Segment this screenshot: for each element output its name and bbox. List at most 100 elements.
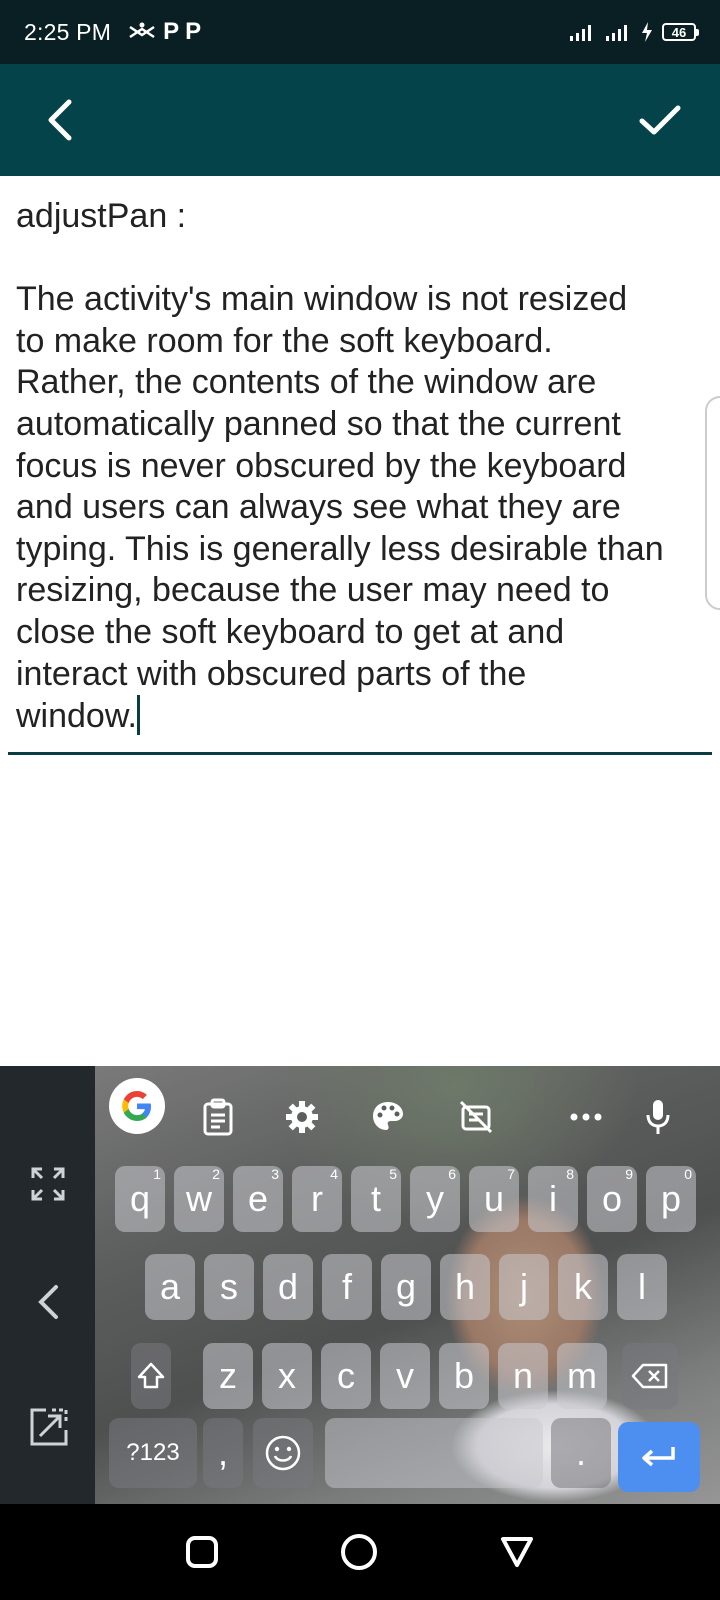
key-number-hint: 5: [389, 1166, 397, 1182]
home-circle-icon[interactable]: [339, 1532, 379, 1572]
recents-square-icon[interactable]: [185, 1535, 219, 1569]
incognito-off-button[interactable]: [445, 1086, 507, 1148]
key-label: w: [186, 1178, 212, 1219]
expand-icon[interactable]: [30, 1166, 66, 1202]
key-d[interactable]: d: [263, 1254, 313, 1320]
comma-key[interactable]: ,: [203, 1418, 243, 1488]
notif-p-icon: P: [163, 18, 180, 45]
voice-input-button[interactable]: [627, 1086, 689, 1148]
key-number-hint: 9: [625, 1166, 633, 1182]
emoji-icon: [265, 1435, 301, 1471]
key-number-hint: 0: [684, 1166, 692, 1182]
keyboard-keys-area: ?123 , . q1w2e3r4t5y6u7i8o9p0asdfghjklzx…: [95, 1066, 720, 1504]
key-h[interactable]: h: [440, 1254, 490, 1320]
key-o[interactable]: o9: [587, 1166, 637, 1232]
symbols-key[interactable]: ?123: [109, 1418, 197, 1488]
key-s[interactable]: s: [204, 1254, 254, 1320]
key-number-hint: 1: [153, 1166, 161, 1182]
undock-icon[interactable]: [28, 1406, 70, 1448]
key-c[interactable]: c: [321, 1343, 371, 1409]
key-p[interactable]: p0: [646, 1166, 696, 1232]
shift-arrow-icon: [137, 1362, 165, 1389]
key-f[interactable]: f: [322, 1254, 372, 1320]
text-line: window.: [16, 695, 706, 738]
more-horizontal-icon: [570, 1113, 602, 1121]
text-line: Rather, the contents of the window are: [16, 363, 597, 402]
google-search-button[interactable]: [109, 1078, 165, 1134]
key-label: b: [453, 1355, 475, 1396]
key-label: z: [219, 1355, 237, 1396]
confirm-button[interactable]: [630, 90, 690, 150]
signal-icon: [570, 25, 591, 41]
key-number-hint: 2: [212, 1166, 220, 1182]
keyboard-side-panel: [0, 1066, 95, 1504]
more-button[interactable]: [555, 1086, 617, 1148]
key-j[interactable]: j: [499, 1254, 549, 1320]
google-logo-icon: [122, 1091, 151, 1121]
back-button[interactable]: [30, 90, 90, 150]
settings-button[interactable]: [271, 1086, 333, 1148]
key-label: t: [370, 1178, 381, 1219]
enter-icon: [642, 1447, 675, 1467]
key-z[interactable]: z: [203, 1343, 253, 1409]
enter-key[interactable]: [618, 1422, 700, 1492]
back-triangle-icon[interactable]: [499, 1535, 535, 1569]
key-number-hint: 8: [566, 1166, 574, 1182]
key-y[interactable]: y6: [410, 1166, 460, 1232]
text-line: focus is never obscured by the keyboard: [16, 446, 627, 485]
key-label: p: [660, 1178, 682, 1219]
key-t[interactable]: t5: [351, 1166, 401, 1232]
text-line: and users can always see what they are: [16, 488, 621, 527]
text-line: adjustPan :: [16, 197, 187, 235]
space-key[interactable]: [325, 1418, 543, 1488]
key-label: m: [567, 1355, 597, 1396]
backspace-icon: [631, 1363, 668, 1389]
emoji-key[interactable]: [253, 1418, 313, 1488]
check-icon: [639, 105, 681, 135]
key-w[interactable]: w2: [174, 1166, 224, 1232]
key-l[interactable]: l: [617, 1254, 667, 1320]
key-n[interactable]: n: [498, 1343, 548, 1409]
key-label: x: [278, 1355, 296, 1396]
text-line: [16, 238, 706, 280]
period-key[interactable]: .: [551, 1418, 611, 1488]
shift-key[interactable]: [131, 1343, 171, 1409]
key-i[interactable]: i8: [528, 1166, 578, 1232]
theme-button[interactable]: [357, 1086, 419, 1148]
key-m[interactable]: m: [557, 1343, 607, 1409]
key-label: q: [129, 1178, 151, 1219]
key-v[interactable]: v: [380, 1343, 430, 1409]
key-number-hint: 6: [448, 1166, 456, 1182]
clipboard-icon: [203, 1098, 233, 1136]
key-label: o: [601, 1178, 623, 1219]
key-label: r: [311, 1178, 323, 1219]
key-a[interactable]: a: [145, 1254, 195, 1320]
chevron-left-icon[interactable]: [36, 1284, 60, 1320]
backspace-key[interactable]: [622, 1343, 678, 1409]
key-label: s: [220, 1266, 238, 1307]
key-q[interactable]: q1: [115, 1166, 165, 1232]
key-label: h: [454, 1266, 476, 1307]
note-text-field[interactable]: adjustPan : The activity's main window is…: [16, 196, 706, 738]
key-b[interactable]: b: [439, 1343, 489, 1409]
key-label: j: [520, 1266, 528, 1307]
charging-icon: [642, 22, 652, 42]
key-u[interactable]: u7: [469, 1166, 519, 1232]
text-line: typing. This is generally less desirable…: [16, 529, 664, 568]
key-label: u: [483, 1178, 505, 1219]
key-number-hint: 3: [271, 1166, 279, 1182]
key-g[interactable]: g: [381, 1254, 431, 1320]
soft-keyboard: ?123 , . q1w2e3r4t5y6u7i8o9p0asdfghjklzx…: [0, 1066, 720, 1504]
text-line: close the soft keyboard to get at and: [16, 612, 565, 651]
key-label: l: [638, 1266, 646, 1307]
key-r[interactable]: r4: [292, 1166, 342, 1232]
side-handle[interactable]: [705, 396, 720, 610]
key-e[interactable]: e3: [233, 1166, 283, 1232]
key-label: v: [396, 1355, 414, 1396]
key-x[interactable]: x: [262, 1343, 312, 1409]
key-label: f: [341, 1266, 352, 1307]
key-label: a: [159, 1266, 181, 1307]
clipboard-button[interactable]: [187, 1086, 249, 1148]
battery-icon: 46: [662, 23, 699, 41]
key-k[interactable]: k: [558, 1254, 608, 1320]
